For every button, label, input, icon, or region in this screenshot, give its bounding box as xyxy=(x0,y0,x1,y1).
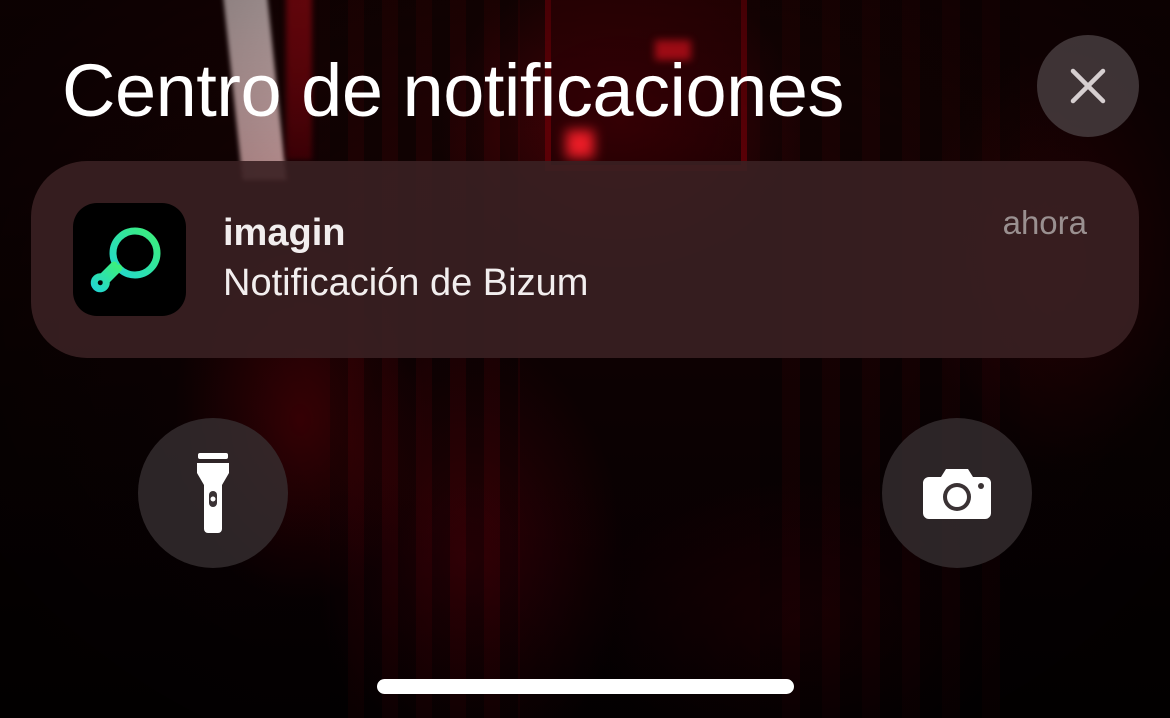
close-icon xyxy=(1070,68,1106,104)
flashlight-icon xyxy=(197,453,229,533)
notification-time: ahora xyxy=(1002,204,1087,241)
home-indicator[interactable] xyxy=(377,679,794,694)
imagin-app-icon xyxy=(73,203,186,316)
camera-button[interactable] xyxy=(882,418,1032,568)
page-title: Centro de notificaciones xyxy=(62,49,844,132)
flashlight-button[interactable] xyxy=(138,418,288,568)
close-button[interactable] xyxy=(1037,35,1139,137)
lock-screen: Centro de notificaciones imagin Notifica… xyxy=(0,0,1170,718)
notification-card[interactable]: imagin Notificación de Bizum ahora xyxy=(31,161,1139,358)
imagin-logo-icon xyxy=(90,227,160,292)
notification-message: Notificación de Bizum xyxy=(223,262,589,304)
camera-icon xyxy=(923,469,991,519)
notification-app-name: imagin xyxy=(223,212,346,254)
